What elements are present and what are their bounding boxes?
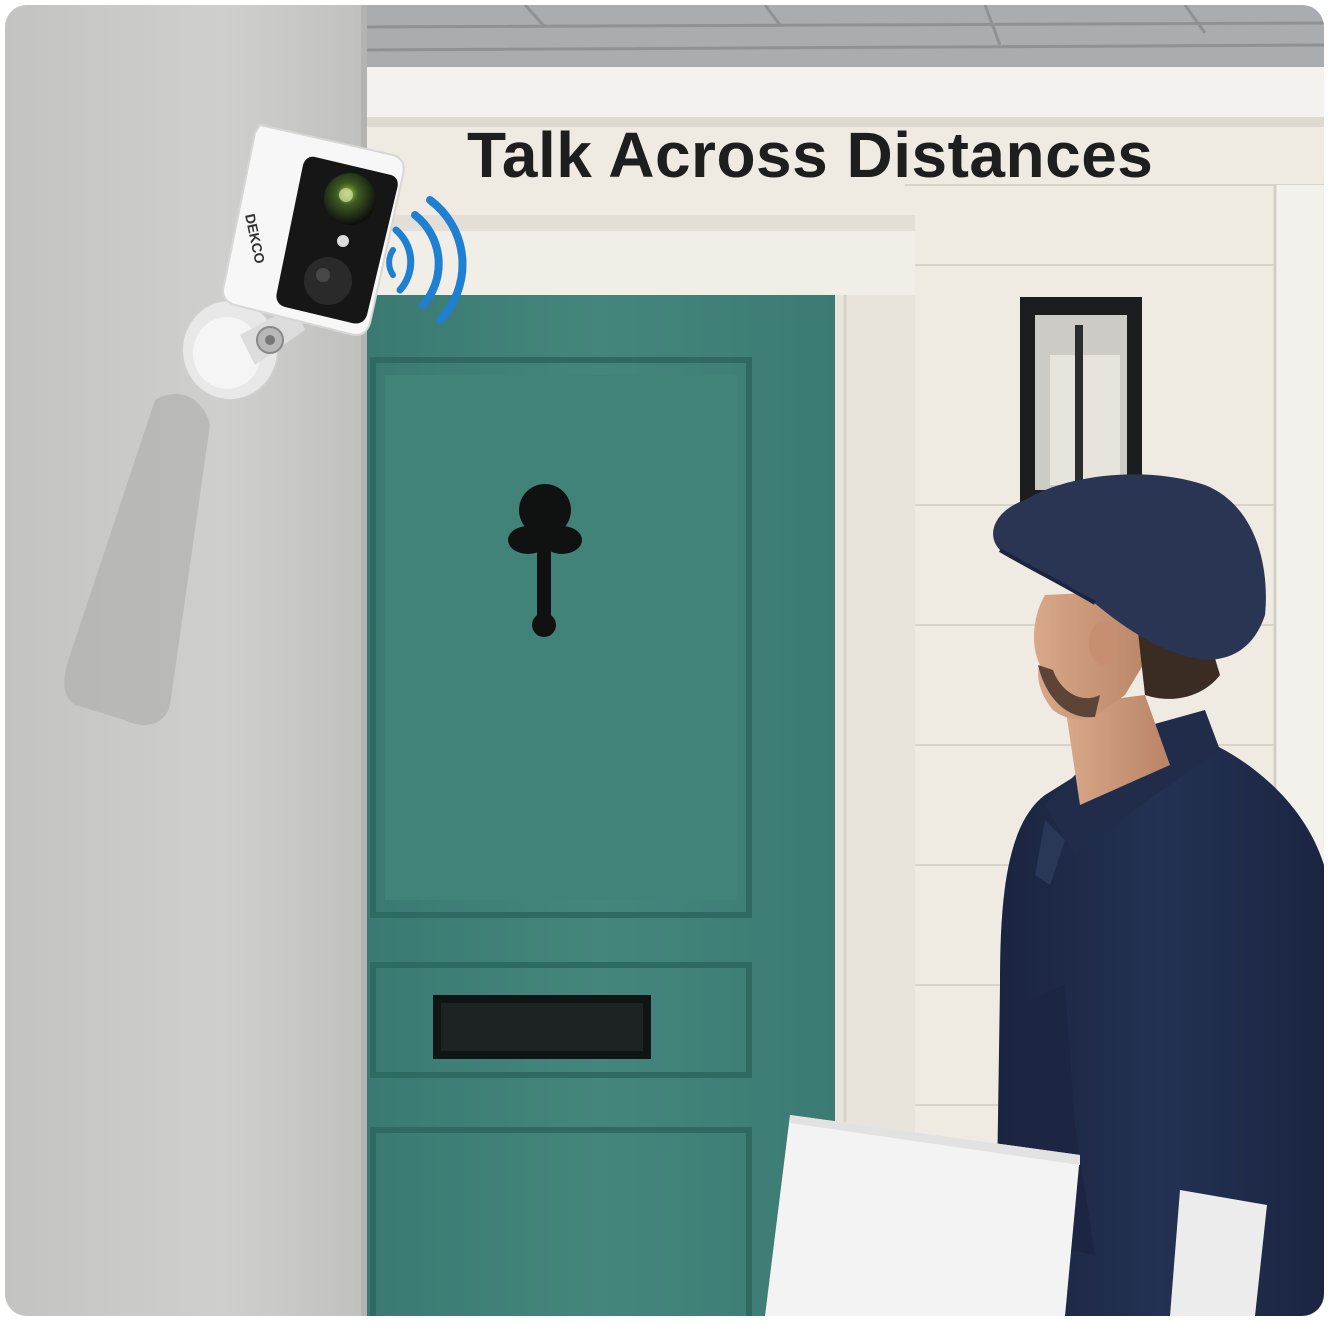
roof	[365, 5, 1324, 75]
product-image: DEKCO Talk Across Distances	[5, 5, 1324, 1316]
headline: Talk Across Distances	[467, 119, 1154, 191]
porch-scene: DEKCO	[5, 5, 1324, 1316]
